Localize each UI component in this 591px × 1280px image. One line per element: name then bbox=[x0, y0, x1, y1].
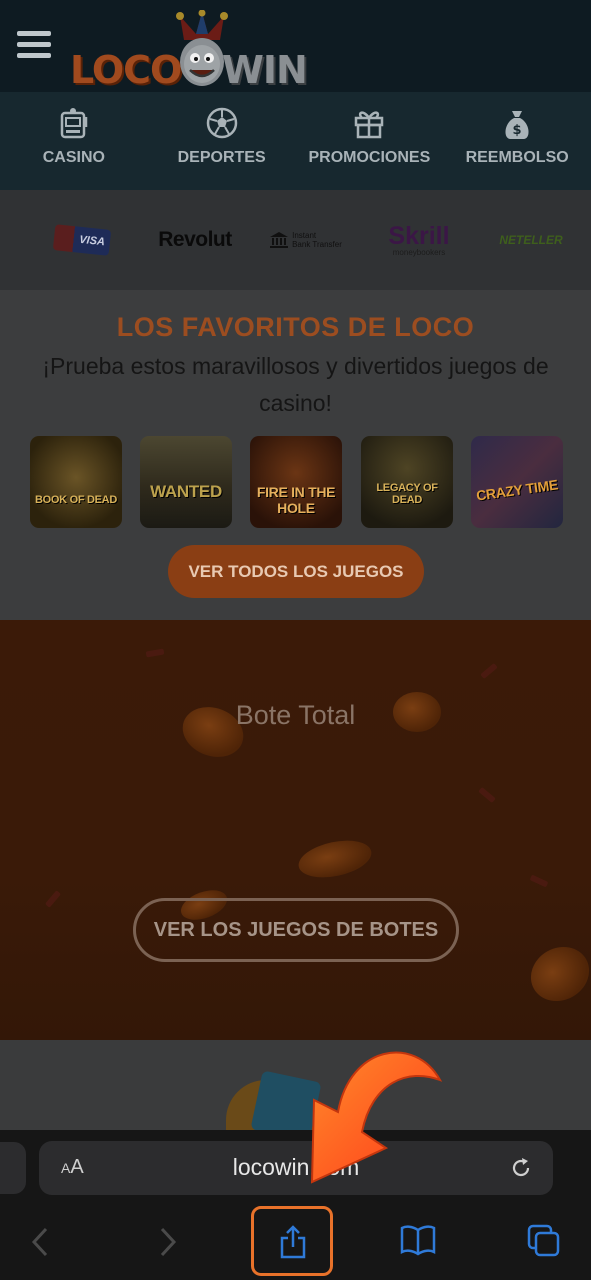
game-tile-legacy-of-dead[interactable]: LEGACY OF DEAD bbox=[361, 436, 453, 528]
favorites-title: LOS FAVORITOS DE LOCO bbox=[116, 312, 475, 342]
skrill-subtext: moneybookers bbox=[392, 247, 446, 257]
slot-machine-icon bbox=[60, 108, 88, 139]
jackpot-title: Bote Total bbox=[235, 700, 356, 730]
reload-icon[interactable] bbox=[509, 1156, 533, 1180]
coin-decoration bbox=[295, 834, 375, 884]
site-logo[interactable]: LOCO WIN bbox=[70, 10, 310, 92]
confetti-decoration bbox=[44, 890, 62, 908]
game-title: CRAZY TIME bbox=[475, 476, 559, 504]
bank-icon bbox=[270, 232, 289, 248]
forward-icon[interactable] bbox=[156, 1226, 178, 1258]
nav-item-deportes[interactable]: DEPORTES bbox=[148, 92, 296, 190]
hamburger-icon[interactable] bbox=[17, 31, 51, 61]
game-title: LEGACY OF DEAD bbox=[376, 482, 438, 506]
nav-label-deportes: DEPORTES bbox=[177, 149, 266, 166]
confetti-decoration bbox=[529, 874, 549, 888]
game-title: WANTED bbox=[150, 482, 222, 501]
revolut-logo: Revolut bbox=[158, 228, 232, 251]
nav-item-reembolso[interactable]: $ REEMBOLSO bbox=[443, 92, 591, 190]
coin-decoration bbox=[521, 936, 591, 1012]
previous-tab-pill[interactable] bbox=[0, 1142, 26, 1194]
soccer-ball-icon bbox=[206, 107, 237, 139]
browser-toolbar bbox=[0, 1206, 591, 1280]
payment-methods-strip: VISA Revolut Instant Bank Transfer Skril… bbox=[0, 190, 591, 290]
nav-label-reembolso: REEMBOLSO bbox=[465, 149, 569, 166]
favorites-subtitle: ¡Prueba estos maravillosos y divertidos … bbox=[42, 353, 549, 416]
svg-text:$: $ bbox=[513, 123, 522, 138]
game-thumbnails: BOOK OF DEAD WANTED FIRE IN THE HOLE LEG… bbox=[30, 436, 563, 528]
annotation-arrow-icon bbox=[310, 1051, 443, 1184]
tabs-icon[interactable] bbox=[527, 1224, 561, 1258]
nav-label-promociones: PROMOCIONES bbox=[308, 149, 431, 166]
back-icon[interactable] bbox=[30, 1226, 52, 1258]
game-tile-crazy-time[interactable]: CRAZY TIME bbox=[471, 436, 563, 528]
game-tile-wanted[interactable]: WANTED bbox=[140, 436, 232, 528]
bookmarks-icon[interactable] bbox=[400, 1224, 436, 1256]
game-title: FIRE IN THE HOLE bbox=[256, 484, 336, 516]
jester-mascot-icon bbox=[176, 10, 228, 86]
logo-text-win: WIN bbox=[222, 48, 308, 92]
confetti-decoration bbox=[478, 786, 496, 804]
nav-item-casino[interactable]: CASINO bbox=[0, 92, 148, 190]
skrill-text: Skrill bbox=[388, 221, 450, 250]
share-button-highlight[interactable] bbox=[251, 1206, 333, 1276]
money-bag-icon: $ bbox=[505, 111, 529, 139]
jackpot-section: Bote Total VER LOS JUEGOS DE BOTES bbox=[0, 620, 591, 1040]
nav-item-promociones[interactable]: PROMOCIONES bbox=[296, 92, 444, 190]
neteller-logo: NETELLER bbox=[499, 233, 563, 247]
favorites-section: LOS FAVORITOS DE LOCO ¡Prueba estos mara… bbox=[0, 290, 591, 620]
game-title: BOOK OF DEAD bbox=[35, 494, 117, 506]
view-all-games-button[interactable]: VER TODOS LOS JUEGOS bbox=[168, 545, 424, 598]
confetti-decoration bbox=[145, 648, 165, 658]
visa-card-text: VISA bbox=[52, 224, 112, 256]
category-nav: CASINO DEPORTES PROMOCIONES $ REEMBOLSO bbox=[0, 92, 591, 190]
logo-text-loco: LOCO bbox=[70, 48, 182, 92]
bank-line2: Bank Transfer bbox=[292, 240, 342, 249]
bank-line1: Instant bbox=[292, 231, 317, 240]
site-header: LOCO WIN bbox=[0, 0, 591, 92]
confetti-decoration bbox=[480, 662, 498, 680]
share-icon[interactable] bbox=[278, 1225, 308, 1259]
game-tile-fire-in-the-hole[interactable]: FIRE IN THE HOLE bbox=[250, 436, 342, 528]
instant-bank-transfer-logo: Instant Bank Transfer bbox=[270, 220, 342, 260]
gift-icon bbox=[355, 111, 384, 139]
game-tile-book-of-dead[interactable]: BOOK OF DEAD bbox=[30, 436, 122, 528]
skrill-logo: Skrill moneybookers bbox=[386, 220, 452, 260]
visa-logo: VISA bbox=[52, 220, 112, 260]
nav-label-casino: CASINO bbox=[42, 149, 105, 166]
view-jackpot-games-button[interactable]: VER LOS JUEGOS DE BOTES bbox=[133, 898, 459, 962]
